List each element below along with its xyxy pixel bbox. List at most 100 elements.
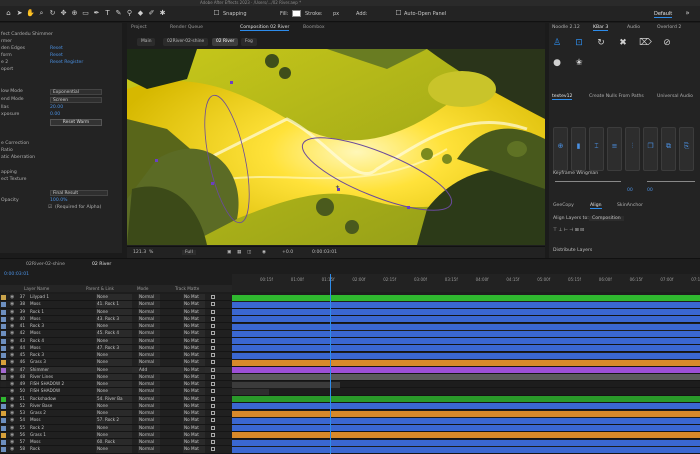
parent-dropdown[interactable]: 54. River Ba xyxy=(96,395,132,402)
mask-visibility-icon[interactable]: ◫ xyxy=(247,250,251,255)
track-matte-dropdown[interactable]: No Mat xyxy=(183,431,205,439)
keyframe-toggle-icon[interactable] xyxy=(211,295,215,299)
layer-name[interactable]: Rock 4 xyxy=(30,338,80,344)
tab-skinanchor[interactable]: SkinAnchor xyxy=(617,203,643,208)
mode-dropdown[interactable]: Normal xyxy=(138,446,160,453)
zoom-dropdown[interactable]: 121.3 xyxy=(133,250,146,255)
track-matte-dropdown[interactable]: No Mat xyxy=(183,308,205,315)
keyframe-toggle-icon[interactable] xyxy=(211,432,215,437)
layer-duration-bar[interactable] xyxy=(232,316,700,323)
mode-dropdown[interactable]: Normal xyxy=(138,417,160,424)
track-matte-dropdown[interactable]: No Mat xyxy=(183,366,205,373)
track-matte-dropdown[interactable]: No Mat xyxy=(183,344,205,352)
mode-dropdown[interactable]: Normal xyxy=(138,337,160,344)
exposure-value[interactable]: 0.00 xyxy=(50,111,60,118)
tab-universal-audio[interactable]: Universal Audio xyxy=(657,94,693,99)
layer-name[interactable]: Rock 3 xyxy=(30,323,80,329)
parent-dropdown[interactable]: None xyxy=(96,388,132,395)
keyframe-toggle-icon[interactable] xyxy=(211,360,215,365)
parent-dropdown[interactable]: 47. Rock 3 xyxy=(96,344,132,352)
layer-row[interactable]: ◉ 44 Moss 47. Rock 3 Normal No Mat xyxy=(0,344,232,352)
lock-icon[interactable]: ⊡ xyxy=(573,37,585,49)
keyframe-toggle-icon[interactable] xyxy=(211,353,215,357)
parent-dropdown[interactable]: None xyxy=(96,381,132,388)
mode-dropdown[interactable]: Normal xyxy=(138,308,160,315)
header-parent[interactable]: Parent & Link xyxy=(86,286,114,291)
breadcrumb-main[interactable]: Main xyxy=(137,38,156,46)
layer-name[interactable]: Grass 3 xyxy=(30,359,80,365)
fill-swatch[interactable] xyxy=(292,10,301,17)
eye-icon[interactable]: ◉ xyxy=(10,338,15,344)
alpha-checkbox-icon[interactable]: ☑ xyxy=(48,204,52,211)
eye-icon[interactable]: ◉ xyxy=(10,388,15,394)
layer-duration-bar[interactable] xyxy=(232,388,270,395)
rotate-tool-icon[interactable]: ↻ xyxy=(48,9,57,18)
align-icon[interactable]: ⫶ xyxy=(625,127,640,171)
eye-icon[interactable]: ◉ xyxy=(10,446,15,452)
layer-duration-bar[interactable] xyxy=(232,374,700,381)
track-matte-dropdown[interactable]: No Mat xyxy=(183,323,205,330)
label-color-swatch[interactable] xyxy=(1,382,6,387)
puppet-pin-icon[interactable]: ✱ xyxy=(158,9,167,18)
label-color-swatch[interactable] xyxy=(1,389,6,395)
camera-tool-icon[interactable]: ✥ xyxy=(59,9,68,18)
copy-icon[interactable]: ⧉ xyxy=(661,127,676,171)
region-of-interest-icon[interactable]: ▣ xyxy=(227,250,231,255)
list-icon[interactable]: ≡ xyxy=(607,127,622,171)
layer-row[interactable]: ◉ 48 River Lines None Normal No Mat xyxy=(0,373,232,381)
wingman-slider-2[interactable] xyxy=(647,181,695,182)
brush-tool-icon[interactable]: ✎ xyxy=(114,9,123,18)
layer-duration-bar[interactable] xyxy=(232,439,700,446)
keyframe-toggle-icon[interactable] xyxy=(211,302,215,307)
layer-duration-bar[interactable] xyxy=(232,432,700,439)
eye-icon[interactable]: ◉ xyxy=(10,425,15,431)
parent-dropdown[interactable]: 45. Rock 4 xyxy=(96,330,132,337)
current-time[interactable]: 0:00:03:01 xyxy=(4,272,29,277)
layer-name[interactable]: Moss xyxy=(30,316,80,322)
track-matte-dropdown[interactable]: No Mat xyxy=(183,373,205,381)
layer-name[interactable]: Moss xyxy=(30,417,80,423)
layer-duration-bar[interactable] xyxy=(232,359,700,366)
label-color-swatch[interactable] xyxy=(1,396,6,402)
parent-dropdown[interactable]: None xyxy=(96,337,132,344)
keyframe-toggle-icon[interactable] xyxy=(211,309,215,314)
track-matte-dropdown[interactable]: No Mat xyxy=(183,359,205,366)
header-mode[interactable]: Mode xyxy=(137,286,148,291)
label-color-swatch[interactable] xyxy=(1,345,6,351)
keyframe-toggle-icon[interactable] xyxy=(211,418,215,423)
reset-link[interactable]: Reset xyxy=(50,45,63,52)
reset-link[interactable]: Reset xyxy=(50,52,63,59)
layer-row[interactable]: ◉ 58 Rock None Normal No Mat xyxy=(0,446,232,454)
layer-row[interactable]: ◉ 53 Grass 2 None Normal No Mat xyxy=(0,410,232,418)
parent-dropdown[interactable]: None xyxy=(96,410,132,417)
tab-create-nulls[interactable]: Create Nulls From Paths xyxy=(589,94,644,99)
layer-row[interactable]: ◉ 41 Rock 3 None Normal No Mat xyxy=(0,323,232,331)
parent-dropdown[interactable]: None xyxy=(96,294,132,301)
track-matte-dropdown[interactable]: No Mat xyxy=(183,352,205,359)
eye-icon[interactable]: ◉ xyxy=(10,410,15,416)
reset-warm-button[interactable]: Reset Warm xyxy=(50,119,102,126)
camera-view-icon[interactable]: ◉ xyxy=(262,250,266,255)
parent-dropdown[interactable]: 43. Rock 3 xyxy=(96,315,132,323)
layer-name[interactable]: FISH SHADOW xyxy=(30,388,80,394)
layer-name[interactable]: Grass 2 xyxy=(30,410,80,416)
layer-name[interactable]: Moss xyxy=(30,301,80,307)
snapping-checkbox-icon[interactable]: ☐ xyxy=(212,9,221,18)
refresh-icon[interactable]: ↻ xyxy=(595,37,607,49)
label-color-swatch[interactable] xyxy=(1,324,6,329)
track-matte-dropdown[interactable]: No Mat xyxy=(183,446,205,453)
keyframe-toggle-icon[interactable] xyxy=(211,396,215,401)
mode-dropdown[interactable]: Normal xyxy=(138,352,160,359)
layer-row[interactable]: ◉ 38 Moss 41. Rock 1 Normal No Mat xyxy=(0,301,232,309)
parent-dropdown[interactable]: None xyxy=(96,366,132,373)
layer-duration-bar[interactable] xyxy=(232,410,700,417)
label-color-swatch[interactable] xyxy=(1,367,6,373)
reset-register-link[interactable]: Reset Register xyxy=(50,59,83,66)
pen-tool-icon[interactable]: ✒ xyxy=(92,9,101,18)
layer-row[interactable]: ◉ 45 Rock 3 None Normal No Mat xyxy=(0,352,232,360)
eraser-icon[interactable]: ◆ xyxy=(136,9,145,18)
keyframe-toggle-icon[interactable] xyxy=(211,324,215,328)
blend-mode-dropdown[interactable]: Screen xyxy=(50,97,102,103)
parent-dropdown[interactable]: None xyxy=(96,424,132,431)
track-matte-dropdown[interactable]: No Mat xyxy=(183,417,205,424)
